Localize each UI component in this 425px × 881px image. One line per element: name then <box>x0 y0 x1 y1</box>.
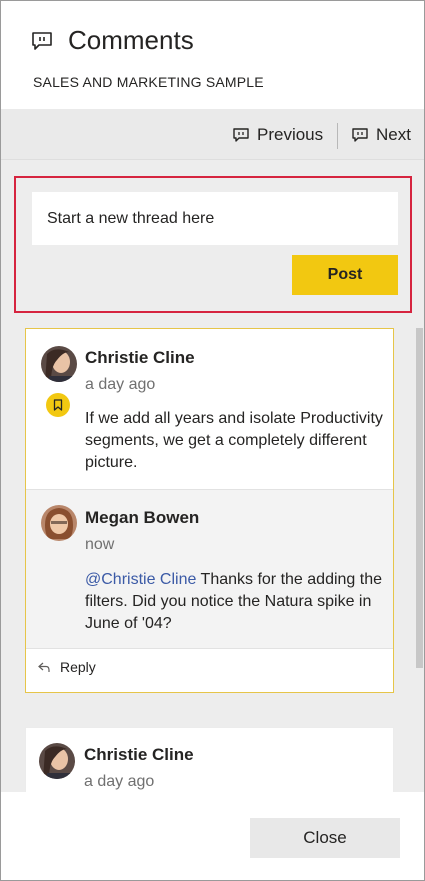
previous-button[interactable]: Previous <box>233 124 323 146</box>
new-thread-input[interactable] <box>32 192 398 245</box>
comment-author: Christie Cline <box>85 348 195 367</box>
close-button[interactable]: Close <box>250 818 400 858</box>
scrollbar[interactable] <box>416 328 423 668</box>
avatar <box>41 346 77 382</box>
report-name: SALES AND MARKETING SAMPLE <box>33 74 264 90</box>
comment-nav-icon <box>233 127 249 142</box>
comments-panel: Comments SALES AND MARKETING SAMPLE Prev… <box>0 0 425 881</box>
reply-label: Reply <box>60 659 96 675</box>
comments-pane: Previous Next Post <box>1 109 424 792</box>
page-title: Comments <box>68 25 194 55</box>
avatar <box>39 743 75 779</box>
next-button[interactable]: Next <box>352 124 411 146</box>
previous-label: Previous <box>257 125 324 144</box>
next-label: Next <box>376 125 411 144</box>
post-button[interactable]: Post <box>292 255 398 295</box>
avatar <box>41 505 77 541</box>
bookmark-icon <box>53 399 63 411</box>
comment-thread: Christie Cline a day ago If we add all y… <box>25 328 394 693</box>
reply-comment: Megan Bowen now @Christie Cline Thanks f… <box>26 489 393 649</box>
user-mention[interactable]: @Christie Cline <box>85 571 196 588</box>
comment-icon <box>32 32 52 50</box>
panel-footer: Close <box>1 792 424 880</box>
comment-nav-icon <box>352 127 368 142</box>
comment-author: Megan Bowen <box>85 508 200 527</box>
thread-nav-bar: Previous Next <box>1 109 424 160</box>
comment-text: @Christie Cline Thanks for the adding th… <box>85 569 385 635</box>
reply-button[interactable]: Reply <box>38 659 96 675</box>
bookmark-badge[interactable] <box>46 393 70 417</box>
comment-time: now <box>85 536 115 553</box>
nav-divider <box>337 123 338 149</box>
comment-text: If we add all years and isolate Producti… <box>85 410 383 471</box>
comment-thread: Christie Cline a day ago <box>25 727 394 792</box>
reply-icon <box>38 662 50 672</box>
comment-author: Christie Cline <box>84 745 194 764</box>
comment-time: a day ago <box>84 773 155 790</box>
comment-time: a day ago <box>85 376 156 393</box>
panel-header: Comments SALES AND MARKETING SAMPLE <box>1 1 424 109</box>
new-thread-box: Post <box>14 176 412 313</box>
